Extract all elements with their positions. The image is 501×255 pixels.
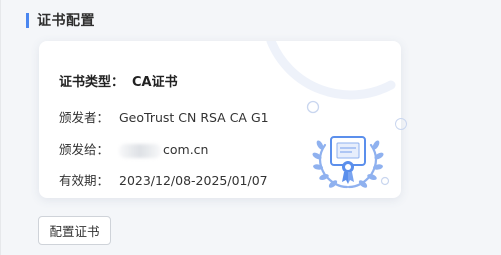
section-accent-bar — [26, 12, 29, 28]
certificate-config-page: 证书配置 证书类型： CA证书 颁发者： GeoTrust CN RSA CA … — [0, 0, 501, 255]
redacted-domain-prefix — [119, 143, 161, 158]
decorative-circle — [395, 118, 407, 130]
left-divider — [0, 0, 1, 255]
certificate-type-row: 证书类型： CA证书 — [59, 71, 178, 90]
issued-to-value: com.cn — [163, 142, 209, 157]
certificate-card: 证书类型： CA证书 颁发者： GeoTrust CN RSA CA G1 颁发给：… — [39, 41, 401, 198]
issuer-label: 颁发者： — [59, 110, 110, 125]
issuer-row: 颁发者： GeoTrust CN RSA CA G1 — [59, 107, 269, 126]
issuer-value: GeoTrust CN RSA CA G1 — [119, 110, 269, 125]
configure-certificate-button[interactable]: 配置证书 — [38, 216, 111, 245]
issued-to-label: 颁发给： — [59, 142, 110, 157]
certificate-type-label: 证书类型： — [59, 75, 125, 90]
validity-value: 2023/12/08-2025/01/07 — [119, 173, 268, 188]
validity-label: 有效期： — [59, 173, 110, 188]
issued-to-row: 颁发给： com.cn — [59, 139, 208, 158]
section-header: 证书配置 — [26, 9, 95, 31]
section-title: 证书配置 — [37, 13, 95, 29]
content-panel: 证书配置 证书类型： CA证书 颁发者： GeoTrust CN RSA CA … — [0, 0, 501, 255]
validity-row: 有效期： 2023/12/08-2025/01/07 — [59, 170, 268, 189]
certificate-type-value: CA证书 — [132, 75, 178, 90]
certificate-badge-icon — [312, 136, 384, 189]
